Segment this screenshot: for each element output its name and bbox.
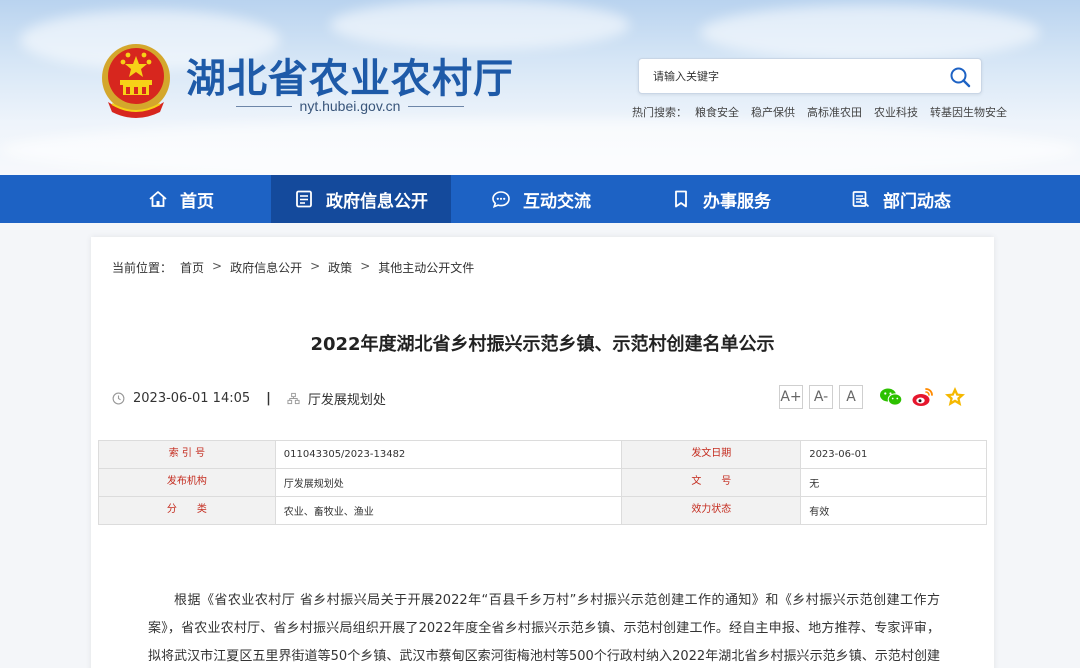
breadcrumb-separator: > [360, 259, 371, 273]
meta-divider: | [266, 391, 271, 406]
hot-search-link[interactable]: 粮食安全 [695, 104, 739, 120]
article-meta: 2023-06-01 14:05 | 厅发展规划处 [112, 389, 386, 408]
table-value: 厅发展规划处 [274, 468, 623, 497]
search-icon[interactable] [949, 66, 971, 88]
clock-icon [112, 392, 125, 405]
breadcrumb-prefix: 当前位置： [112, 261, 173, 275]
site-header: 湖北省农业农村厅 nyt.hubei.gov.cn 热门搜索： 粮食安全 稳产保… [0, 0, 1080, 175]
table-key: 发布机构 [98, 468, 276, 497]
main-nav: 首页 政府信息公开 互动交流 办事服务 部门动态 [0, 175, 1080, 223]
table-key: 分 类 [98, 496, 276, 525]
article-card: 当前位置： 首页 > 政府信息公开 > 政策 > 其他主动公开文件 2022年度… [91, 237, 994, 668]
site-url-text: nyt.hubei.gov.cn [299, 98, 401, 114]
search-input[interactable] [639, 59, 939, 93]
nav-item-label: 互动交流 [523, 191, 591, 212]
document-info-table: 索 引 号 011043305/2023-13482 发文日期 2023-06-… [98, 440, 987, 525]
font-default-button[interactable]: A [839, 385, 863, 409]
table-key: 索 引 号 [98, 440, 276, 469]
nav-item-interaction[interactable]: 互动交流 [451, 175, 631, 223]
table-value: 农业、畜牧业、渔业 [274, 496, 623, 525]
hot-search-link[interactable]: 稳产保供 [751, 104, 795, 120]
publish-datetime: 2023-06-01 14:05 [133, 391, 251, 406]
organization-icon [287, 392, 300, 405]
hot-search-link[interactable]: 高标准农田 [807, 104, 862, 120]
breadcrumb-separator: > [310, 259, 321, 273]
decorative-line [408, 105, 465, 107]
table-key: 效力状态 [621, 496, 802, 525]
table-value: 无 [800, 468, 987, 497]
site-title[interactable]: 湖北省农业农村厅 [186, 46, 514, 104]
share-buttons [879, 385, 967, 409]
hot-search-link[interactable]: 农业科技 [874, 104, 918, 120]
wechat-icon[interactable] [879, 385, 903, 409]
nav-item-home[interactable]: 首页 [91, 175, 271, 223]
favorite-star-icon[interactable] [943, 385, 967, 409]
bookmark-icon [675, 190, 687, 208]
hot-search-link[interactable]: 转基因生物安全 [930, 104, 1007, 120]
font-size-controls: A+ A- A [779, 385, 863, 409]
table-row: 索 引 号 011043305/2023-13482 发文日期 2023-06-… [98, 440, 987, 469]
news-icon [852, 191, 870, 208]
nav-item-services[interactable]: 办事服务 [631, 175, 811, 223]
table-value: 有效 [800, 496, 987, 525]
breadcrumb-item[interactable]: 政策 [328, 259, 352, 276]
nav-item-dept-news[interactable]: 部门动态 [811, 175, 991, 223]
article-title: 2022年度湖北省乡村振兴示范乡镇、示范村创建名单公示 [310, 334, 775, 355]
breadcrumb-item[interactable]: 首页 [180, 259, 204, 276]
font-decrease-button[interactable]: A- [809, 385, 833, 409]
nav-item-label: 首页 [180, 191, 214, 212]
breadcrumb-separator: > [212, 259, 223, 273]
article-body: 根据《省农业农村厅 省乡村振兴局关于开展2022年“百县千乡万村”乡村振兴示范创… [148, 593, 940, 664]
chat-icon [492, 191, 510, 208]
table-value: 011043305/2023-13482 [274, 440, 623, 469]
table-row: 发布机构 厅发展规划处 文 号 无 [98, 468, 987, 497]
search-box [638, 58, 982, 94]
national-emblem-icon [102, 44, 170, 118]
nav-item-gov-info[interactable]: 政府信息公开 [271, 175, 451, 223]
hot-search: 热门搜索： 粮食安全 稳产保供 高标准农田 农业科技 转基因生物安全 [632, 104, 1007, 120]
nav-item-label: 部门动态 [883, 191, 951, 212]
decorative-line [236, 105, 292, 107]
cloud-decoration [0, 120, 1080, 175]
cloud-decoration [330, 0, 630, 50]
nav-item-label: 办事服务 [703, 191, 771, 212]
home-icon [149, 191, 167, 207]
breadcrumb: 当前位置： 首页 > 政府信息公开 > 政策 > 其他主动公开文件 [112, 259, 474, 276]
site-url: nyt.hubei.gov.cn [236, 98, 465, 114]
table-key: 发文日期 [621, 440, 802, 469]
table-value: 2023-06-01 [800, 440, 987, 469]
weibo-icon[interactable] [911, 385, 935, 409]
breadcrumb-item[interactable]: 政府信息公开 [230, 259, 302, 276]
hot-search-label: 热门搜索： [632, 106, 687, 119]
table-key: 文 号 [621, 468, 802, 497]
nav-item-label: 政府信息公开 [326, 191, 428, 212]
table-row: 分 类 农业、畜牧业、渔业 效力状态 有效 [98, 496, 987, 525]
publish-department: 厅发展规划处 [307, 393, 386, 408]
cloud-decoration [700, 5, 1040, 60]
breadcrumb-item[interactable]: 其他主动公开文件 [378, 259, 474, 276]
document-icon [296, 190, 312, 208]
font-increase-button[interactable]: A+ [779, 385, 803, 409]
